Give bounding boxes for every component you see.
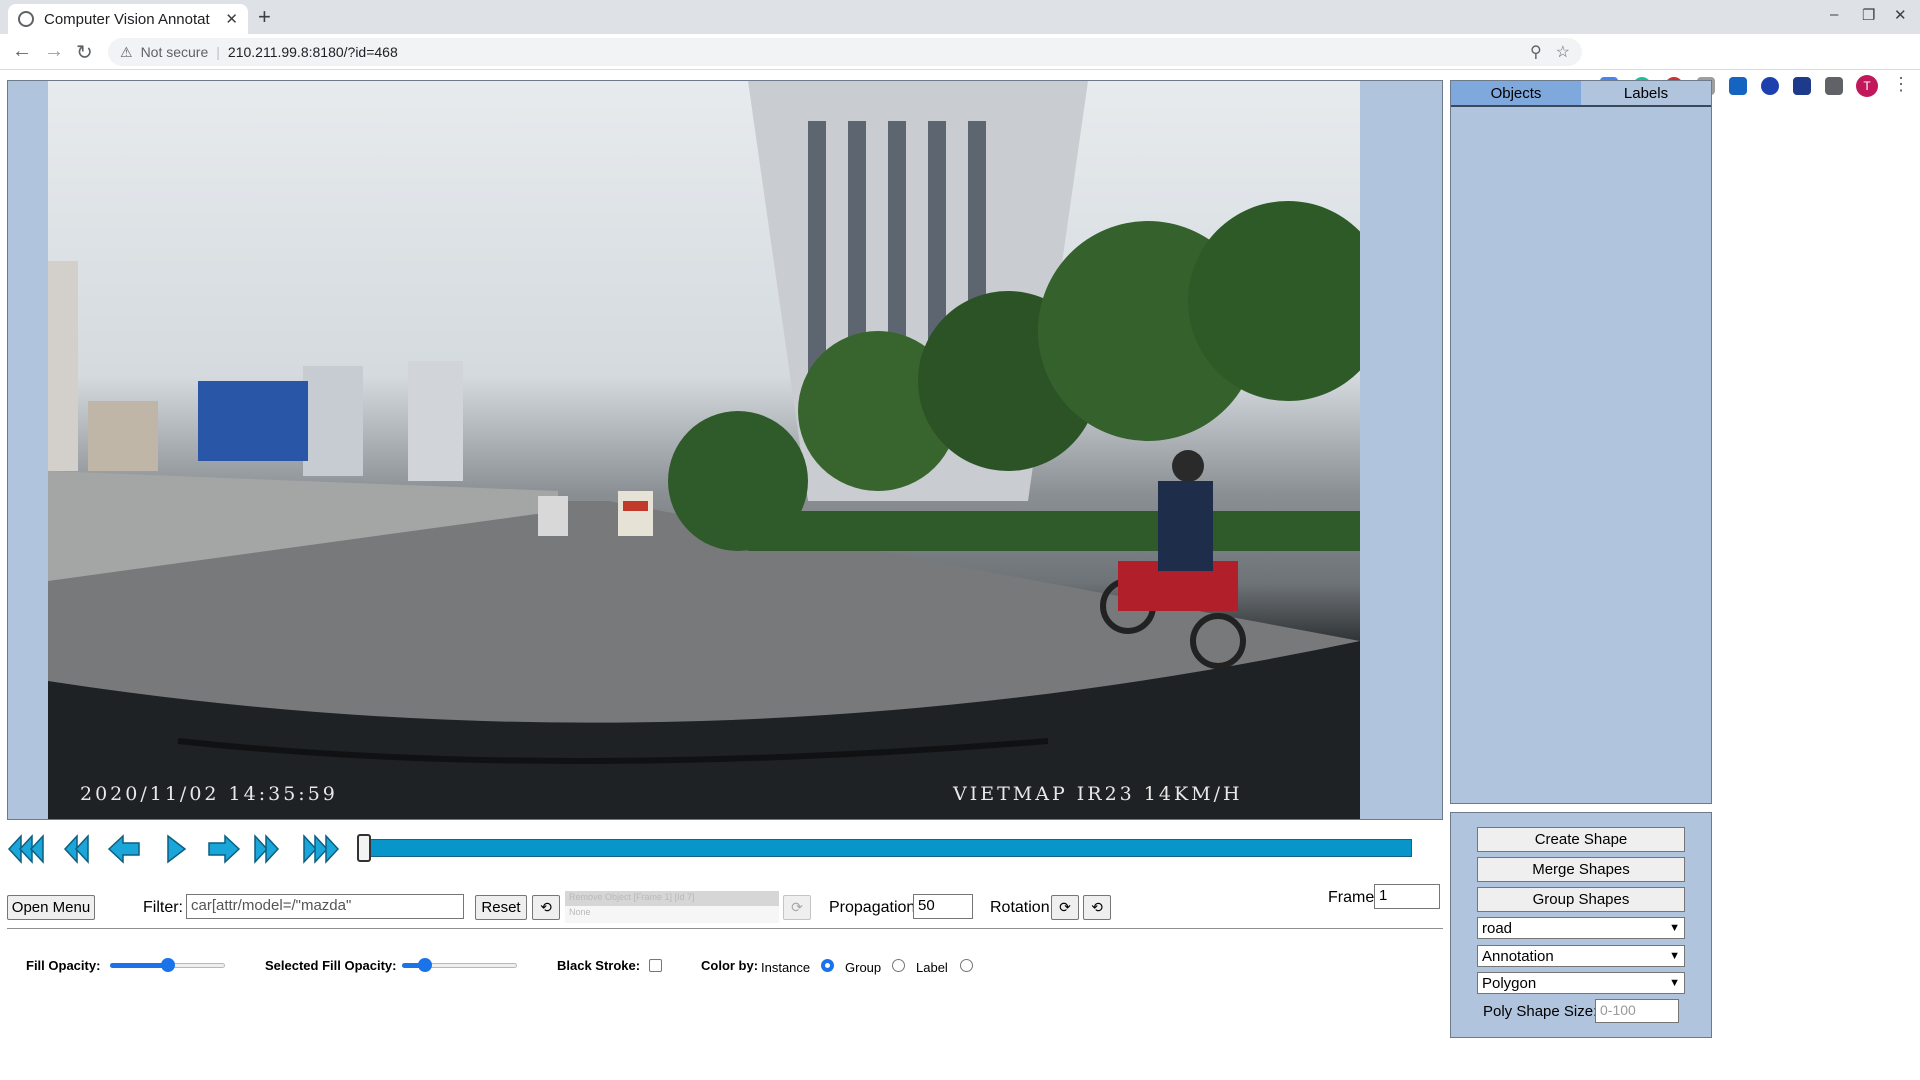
shape-type-select-value: Polygon <box>1482 974 1537 992</box>
label-select[interactable]: road ▼ <box>1477 917 1685 939</box>
merge-shapes-button[interactable]: Merge Shapes <box>1477 857 1685 882</box>
redo-icon[interactable]: ⟳ <box>783 895 811 920</box>
mode-select[interactable]: Annotation ▼ <box>1477 945 1685 967</box>
clipboard-extension-icon[interactable] <box>1793 77 1811 95</box>
zip-extension-icon[interactable] <box>1729 77 1747 95</box>
color-by-instance-label: Instance <box>761 960 811 975</box>
poly-size-label: Poly Shape Size: <box>1483 1003 1598 1020</box>
browser-tab[interactable]: Computer Vision Annotat ✕ <box>8 4 248 34</box>
mode-select-value: Annotation <box>1482 947 1554 965</box>
frame-timeline[interactable] <box>362 839 1412 857</box>
fill-opacity-label: Fill Opacity: <box>26 958 101 973</box>
propagation-input[interactable]: 50 <box>913 894 973 919</box>
remove-object-select[interactable]: Remove Object [Frame 1] [Id 7] None <box>565 891 779 923</box>
puzzle-icon[interactable] <box>1825 77 1843 95</box>
last-frame-icon[interactable] <box>303 834 340 864</box>
color-by-group-label: Group <box>845 960 882 975</box>
dashcam-image <box>48 81 1360 819</box>
remove-object-option: Remove Object [Frame 1] [Id 7] <box>565 891 779 906</box>
group-shapes-button[interactable]: Group Shapes <box>1477 887 1685 912</box>
black-stroke-checkbox[interactable] <box>649 959 662 972</box>
browser-tabstrip: Computer Vision Annotat ✕ + – ❐ ✕ <box>0 0 1920 34</box>
create-shape-button[interactable]: Create Shape <box>1477 827 1685 852</box>
next-chunk-icon[interactable] <box>254 834 280 864</box>
color-by-group-radio[interactable] <box>892 959 905 972</box>
window-close-icon[interactable]: ✕ <box>1894 6 1907 24</box>
propagation-label: Propagation <box>829 899 916 916</box>
chevron-down-icon: ▼ <box>1669 922 1680 934</box>
back-icon[interactable]: ← <box>12 40 32 63</box>
previous-frame-icon[interactable] <box>107 834 140 864</box>
remove-object-none: None <box>569 907 591 917</box>
globe-icon <box>18 11 34 27</box>
star-icon[interactable]: ☆ <box>1556 42 1570 62</box>
tab-labels[interactable]: Labels <box>1581 81 1711 105</box>
security-label[interactable]: Not secure <box>141 44 209 60</box>
panel-tabs: Objects Labels <box>1451 81 1711 107</box>
video-frame[interactable]: 2020/11/02 14:35:59 VIETMAP IR23 14KM/H <box>48 81 1360 819</box>
label-select-value: road <box>1482 919 1513 937</box>
omnibox-separator: | <box>216 44 220 60</box>
rotate-counterclockwise-icon[interactable]: ⟲ <box>1083 895 1111 920</box>
video-panel: 2020/11/02 14:35:59 VIETMAP IR23 14KM/H <box>7 80 1443 820</box>
open-menu-button[interactable]: Open Menu <box>7 895 95 920</box>
new-tab-button[interactable]: + <box>258 4 271 30</box>
black-stroke-label: Black Stroke: <box>557 958 641 973</box>
chevron-down-icon: ▼ <box>1669 950 1680 962</box>
reload-icon[interactable]: ↻ <box>76 40 93 65</box>
divider <box>7 928 1443 929</box>
color-by-label-radio[interactable] <box>960 959 973 972</box>
rotation-label: Rotation <box>990 899 1050 916</box>
color-by-label-label: Label <box>916 960 948 975</box>
restore-icon[interactable]: ❐ <box>1862 6 1875 24</box>
poly-size-input[interactable]: 0-100 <box>1595 999 1679 1023</box>
omnibox[interactable]: ⚠ Not secure | 210.211.99.8:8180/?id=468… <box>108 38 1582 66</box>
video-camera-info: VIETMAP IR23 14KM/H <box>953 783 1243 805</box>
rotate-clockwise-icon[interactable]: ⟳ <box>1051 895 1079 920</box>
frame-label: Frame <box>1328 889 1375 906</box>
fill-opacity-slider-thumb[interactable] <box>161 958 175 972</box>
frame-input[interactable]: 1 <box>1374 884 1440 909</box>
chevron-down-icon: ▼ <box>1669 977 1680 989</box>
first-frame-icon[interactable] <box>7 834 44 864</box>
playback-controls <box>7 834 340 864</box>
filter-label: Filter: <box>143 899 183 916</box>
fill-opacity-slider-fill <box>110 963 168 968</box>
previous-chunk-icon[interactable] <box>63 834 89 864</box>
selected-fill-opacity-label: Selected Fill Opacity: <box>265 958 397 973</box>
profile-avatar[interactable]: T <box>1856 75 1878 97</box>
minimize-icon[interactable]: – <box>1830 6 1838 23</box>
next-frame-icon[interactable] <box>208 834 241 864</box>
shape-tools-panel: Create Shape Merge Shapes Group Shapes r… <box>1450 812 1712 1038</box>
url-text[interactable]: 210.211.99.8:8180/?id=468 <box>228 44 398 60</box>
undo-icon[interactable]: ⟲ <box>532 895 560 920</box>
objects-panel: Objects Labels <box>1450 80 1712 804</box>
reset-button[interactable]: Reset <box>475 895 527 920</box>
selected-fill-opacity-slider-thumb[interactable] <box>418 958 432 972</box>
shape-type-select[interactable]: Polygon ▼ <box>1477 972 1685 994</box>
zoom-icon[interactable]: ⚲ <box>1530 42 1542 62</box>
address-bar-row: ← → ↻ ⚠ Not secure | 210.211.99.8:8180/?… <box>0 34 1920 97</box>
tab-objects[interactable]: Objects <box>1451 81 1581 105</box>
video-timestamp: 2020/11/02 14:35:59 <box>80 783 338 805</box>
play-icon[interactable] <box>167 834 187 864</box>
timeline-handle[interactable] <box>357 834 371 862</box>
color-by-label: Color by: <box>701 958 759 973</box>
c-extension-icon[interactable] <box>1761 77 1779 95</box>
close-icon[interactable]: ✕ <box>225 10 238 28</box>
tab-title: Computer Vision Annotat <box>44 10 210 28</box>
color-by-instance-radio[interactable] <box>821 959 834 972</box>
warning-icon: ⚠ <box>120 43 133 60</box>
filter-input[interactable]: car[attr/model=/"mazda" <box>186 894 464 919</box>
forward-icon[interactable]: → <box>44 40 64 63</box>
menu-icon[interactable]: ⋮ <box>1892 74 1910 95</box>
